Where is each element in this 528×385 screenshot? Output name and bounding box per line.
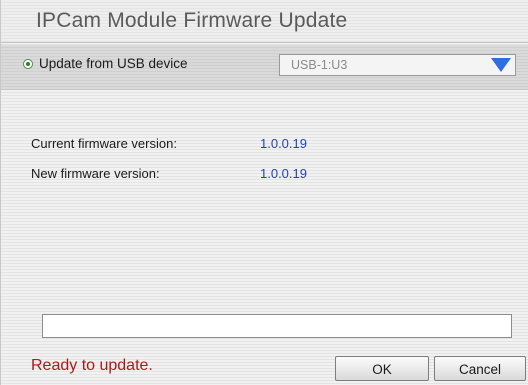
usb-option-label[interactable]: Update from USB device xyxy=(39,56,188,71)
new-firmware-label: New firmware version: xyxy=(31,166,160,181)
usb-device-select[interactable]: USB-1:U3 xyxy=(279,54,516,76)
cancel-button[interactable]: Cancel xyxy=(434,356,526,381)
usb-option-row: Update from USB device USB-1:U3 xyxy=(1,45,528,90)
status-message: Ready to update. xyxy=(31,357,153,374)
firmware-update-dialog: IPCam Module Firmware Update Update from… xyxy=(0,0,528,385)
new-firmware-value: 1.0.0.19 xyxy=(260,166,307,181)
ok-button[interactable]: OK xyxy=(335,356,429,381)
usb-device-value: USB-1:U3 xyxy=(291,58,348,72)
update-progress-bar xyxy=(42,314,512,338)
current-firmware-label: Current firmware version: xyxy=(31,136,177,151)
usb-radio-button[interactable] xyxy=(23,59,33,69)
current-firmware-value: 1.0.0.19 xyxy=(260,136,307,151)
dialog-title: IPCam Module Firmware Update xyxy=(1,0,528,43)
triangle-down-icon[interactable] xyxy=(491,58,511,72)
